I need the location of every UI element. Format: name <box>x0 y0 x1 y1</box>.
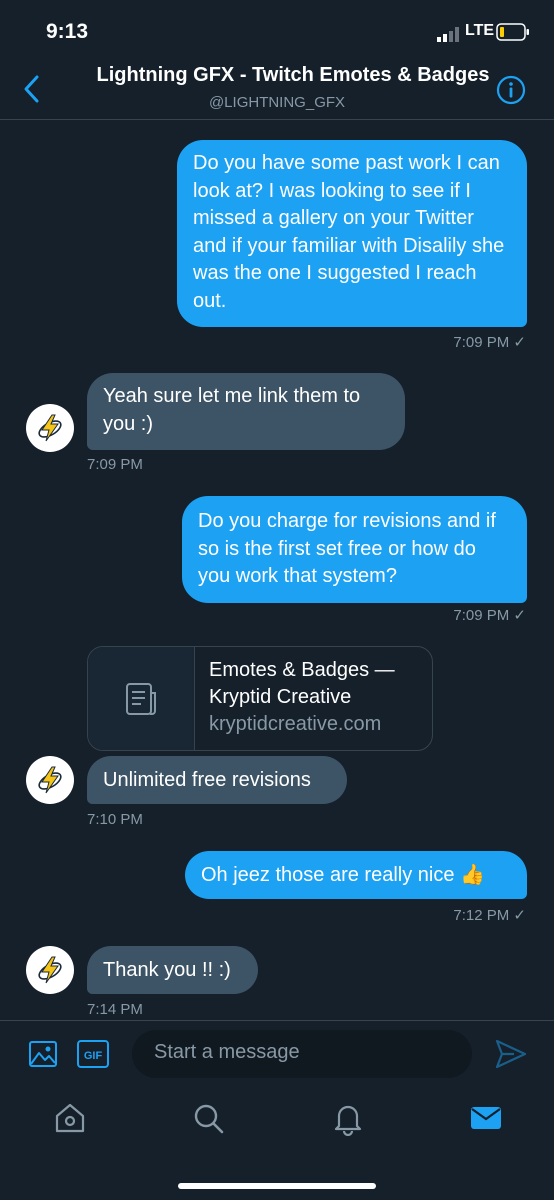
message-timestamp: 7:14 PM <box>87 1001 143 1018</box>
home-indicator <box>178 1183 376 1189</box>
signal-strength-icon <box>437 27 459 42</box>
network-label: LTE <box>465 22 495 39</box>
message-text: Do you charge for revisions and if so is… <box>198 510 496 587</box>
info-icon[interactable] <box>496 75 526 105</box>
message-text: Thank you !! :) <box>103 959 231 981</box>
compose-divider <box>0 1020 554 1021</box>
conversation-handle: @LIGHTNING_GFX <box>208 94 346 111</box>
messages-tab[interactable] <box>468 1100 504 1136</box>
message-bubble-incoming[interactable]: Thank you !! :) <box>87 946 258 994</box>
message-input-placeholder: Start a message <box>154 1041 300 1063</box>
message-timestamp: 7:12 PM ✓ <box>453 907 526 924</box>
message-timestamp: 7:10 PM <box>87 811 143 828</box>
link-preview-card[interactable]: Emotes & Badges — Kryptid Creative krypt… <box>87 646 433 751</box>
back-arrow-icon[interactable] <box>18 72 46 106</box>
lightning-logo-icon <box>38 414 62 442</box>
link-domain: kryptidcreative.com <box>209 713 382 735</box>
image-icon[interactable] <box>28 1039 58 1069</box>
message-text: Do you have some past work I can look at… <box>193 152 505 312</box>
lightning-logo-icon <box>38 766 62 794</box>
message-bubble-incoming[interactable]: Unlimited free revisions <box>87 756 347 804</box>
message-text: Yeah sure let me link them to you :) <box>103 385 361 435</box>
avatar[interactable] <box>26 756 74 804</box>
battery-icon <box>496 23 529 41</box>
status-time: 9:13 <box>46 20 89 43</box>
link-title: Emotes & Badges — Kryptid Creative <box>209 659 395 708</box>
header-divider <box>0 119 554 120</box>
document-icon <box>126 682 156 715</box>
message-timestamp: 7:09 PM <box>87 456 143 473</box>
avatar[interactable] <box>26 946 74 994</box>
message-timestamp: 7:09 PM ✓ <box>453 334 526 351</box>
avatar[interactable] <box>26 404 74 452</box>
notifications-tab[interactable] <box>330 1100 366 1136</box>
message-bubble-outgoing[interactable]: Do you charge for revisions and if so is… <box>182 496 527 603</box>
search-tab[interactable] <box>190 1100 226 1136</box>
send-icon[interactable] <box>494 1038 528 1070</box>
message-bubble-incoming[interactable]: Yeah sure let me link them to you :) <box>87 373 405 450</box>
message-bubble-outgoing[interactable]: Oh jeez those are really nice 👍 <box>185 851 527 899</box>
link-thumbnail <box>88 647 195 750</box>
gif-label: GIF <box>84 1050 103 1062</box>
message-text: Oh jeez those are really nice 👍 <box>201 864 485 886</box>
message-timestamp: 7:09 PM ✓ <box>453 607 526 624</box>
message-bubble-outgoing[interactable]: Do you have some past work I can look at… <box>177 140 527 327</box>
message-text: Unlimited free revisions <box>103 769 311 791</box>
lightning-logo-icon <box>38 956 62 984</box>
conversation-title: Lightning GFX - Twitch Emotes & Badges <box>96 64 490 86</box>
gif-icon[interactable]: GIF <box>77 1039 109 1069</box>
home-tab[interactable] <box>52 1100 88 1136</box>
